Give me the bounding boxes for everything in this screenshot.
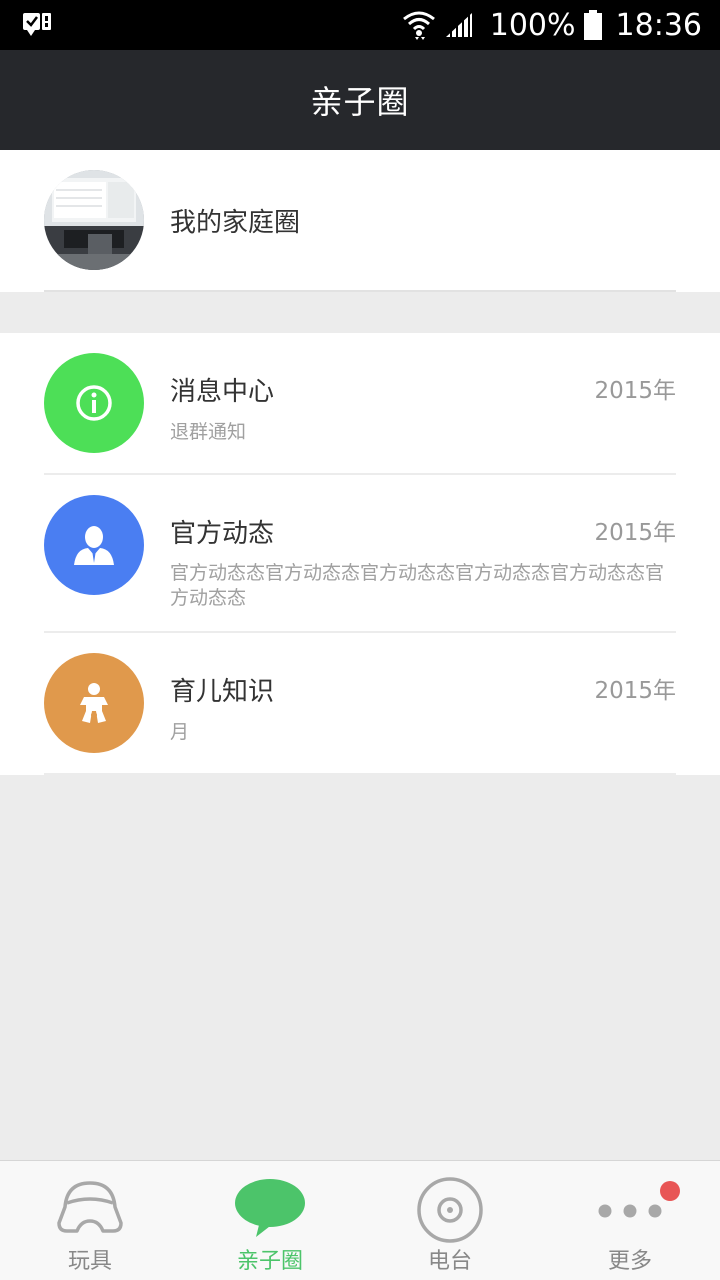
message-subtitle: 官方动态态官方动态态官方动态态官方动态态官方动态态官方动态态 [170,562,665,609]
tab-label: 更多 [607,1249,652,1274]
battery-icon [583,10,602,40]
family-avatar [44,170,144,270]
message-date: 2015年 [594,520,676,546]
family-circle-name: 我的家庭圈 [170,208,301,238]
status-bar: 100% 18:36 [0,0,720,50]
signal-icon [445,13,472,37]
list-item-official-news[interactable]: 官方动态 2015年 官方动态态官方动态态官方动态态官方动态态官方动态态官方动态… [0,475,720,633]
message-title: 育儿知识 [170,677,275,707]
bottom-tab-bar: 玩具 亲子圈 电台 更多 [0,1160,720,1280]
message-date: 2015年 [594,378,676,404]
title-bar: 亲子圈 [0,50,720,150]
status-right: 100% 18:36 [402,0,702,50]
info-icon [44,353,144,453]
clock: 18:36 [615,7,702,43]
message-title: 官方动态 [170,519,275,549]
tab-more[interactable]: 更多 [540,1161,720,1280]
notification-check-icon [23,13,51,36]
screen: 100% 18:36 亲子圈 我的家庭圈 消息中心 2015年 退群通知 官方动… [0,0,720,1280]
notification-badge [660,1181,680,1201]
family-photo [44,170,144,270]
tab-label: 玩具 [67,1249,112,1274]
wifi-icon [402,11,435,40]
battery-percentage: 100% [489,7,576,43]
list-item-message-center[interactable]: 消息中心 2015年 退群通知 [0,333,720,475]
tab-radio[interactable]: 电台 [360,1161,540,1280]
chat-bubble-icon [235,1179,305,1237]
tab-toys[interactable]: 玩具 [0,1161,180,1280]
divider [44,773,676,775]
tab-label: 电台 [427,1249,472,1274]
person-icon [44,495,144,595]
list-item-parenting-knowledge[interactable]: 育儿知识 2015年 月 [0,633,720,775]
divider [44,290,676,292]
page-title: 亲子圈 [310,83,410,121]
more-dots-icon [598,1204,662,1218]
tab-label: 亲子圈 [236,1249,303,1274]
message-subtitle: 退群通知 [170,421,247,443]
message-subtitle: 月 [170,721,190,743]
message-list: 消息中心 2015年 退群通知 官方动态 2015年 官方动态态官方动态态官方动… [0,333,720,775]
baby-icon [44,653,144,753]
tab-parent-circle[interactable]: 亲子圈 [180,1161,360,1280]
radio-disc-icon [417,1177,483,1243]
family-circle-row[interactable]: 我的家庭圈 [0,150,720,292]
message-title: 消息中心 [170,377,275,407]
message-date: 2015年 [594,678,676,704]
toy-car-icon [57,1181,123,1233]
